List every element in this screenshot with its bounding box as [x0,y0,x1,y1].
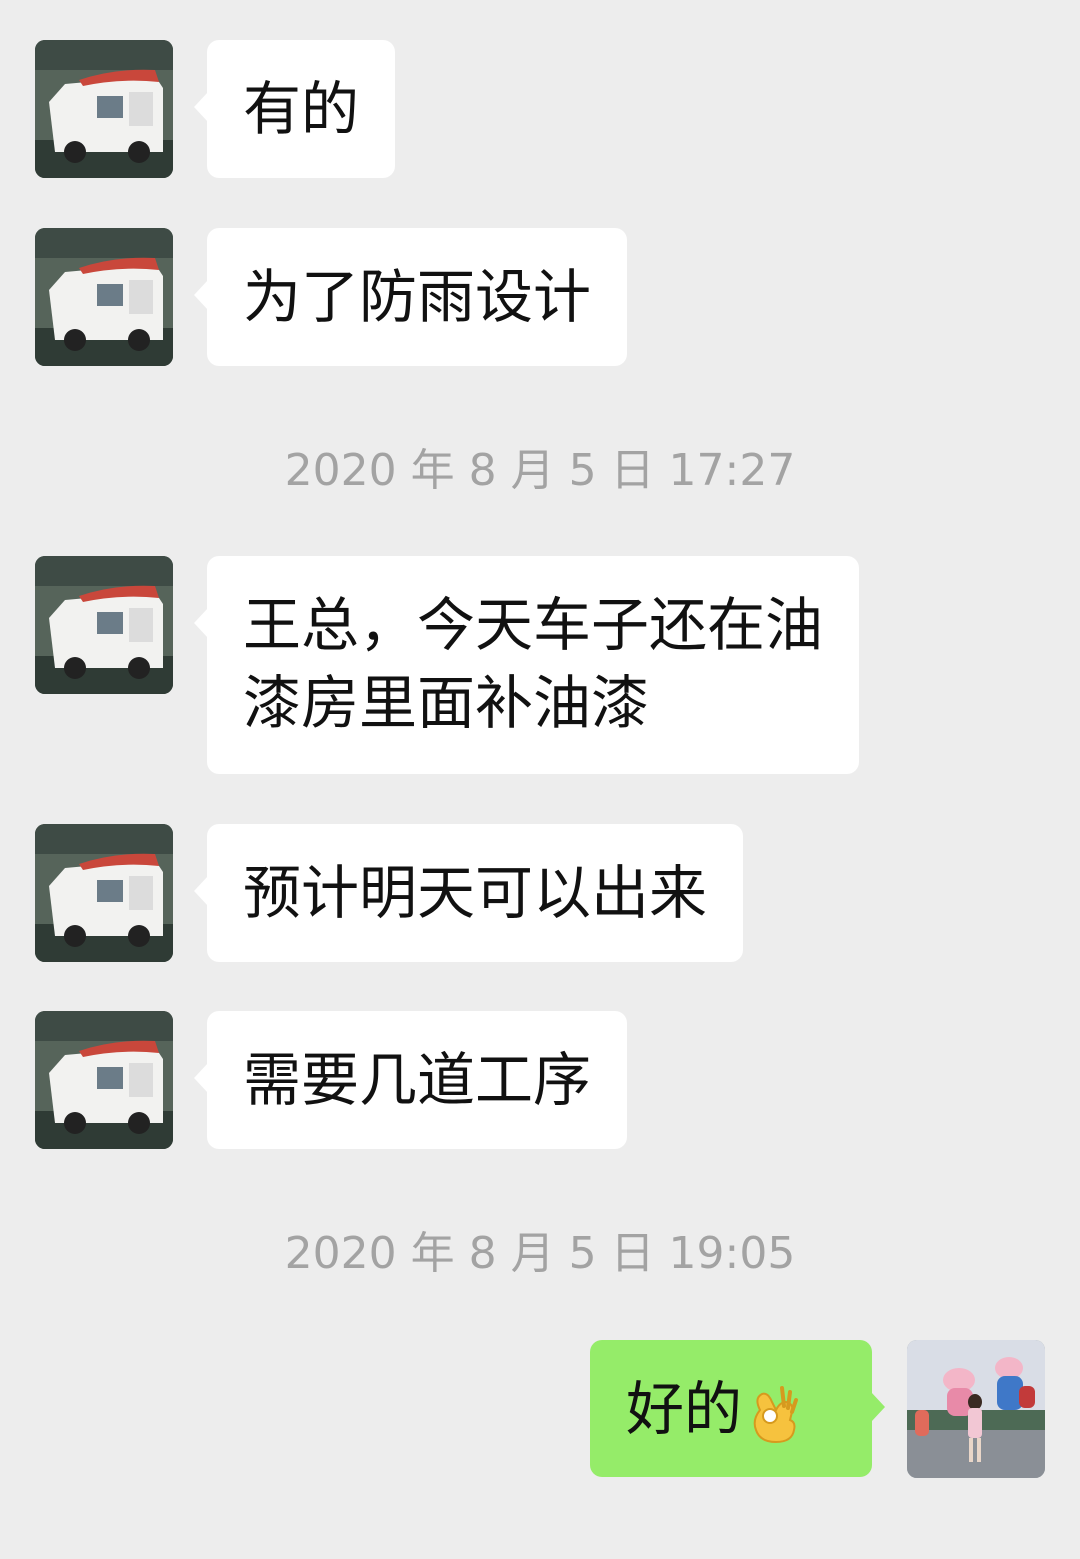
message-bubble[interactable]: 为了防雨设计 [193,228,628,366]
message-bubble[interactable]: 预计明天可以出来 [193,824,744,962]
contact-avatar[interactable] [35,556,173,694]
contact-avatar[interactable] [35,824,173,962]
message-text: 为了防雨设计 [243,263,592,331]
self-avatar[interactable] [907,1340,1045,1478]
ok-hand-emoji-icon [746,1380,804,1446]
timestamp: 2020 年 8 月 5 日 19:05 [284,1228,796,1279]
message-bubble[interactable]: 王总，今天车子还在油 漆房里面补油漆 [193,556,860,774]
message-text: 预计明天可以出来 [243,859,708,927]
contact-avatar[interactable] [35,40,173,178]
message-bubble-outgoing[interactable]: 好的 [590,1340,885,1477]
contact-avatar[interactable] [35,1011,173,1149]
contact-avatar[interactable] [35,228,173,366]
message-text: 有的 [243,75,360,143]
message-text-line: 漆房里面补油漆 [243,669,650,737]
message-text-line: 王总，今天车子还在油 [243,591,824,659]
message-text: 需要几道工序 [243,1046,592,1114]
message-text: 好的 [626,1375,743,1443]
timestamp: 2020 年 8 月 5 日 17:27 [284,445,796,496]
message-bubble[interactable]: 需要几道工序 [193,1011,628,1149]
message-bubble[interactable]: 有的 [193,40,396,178]
